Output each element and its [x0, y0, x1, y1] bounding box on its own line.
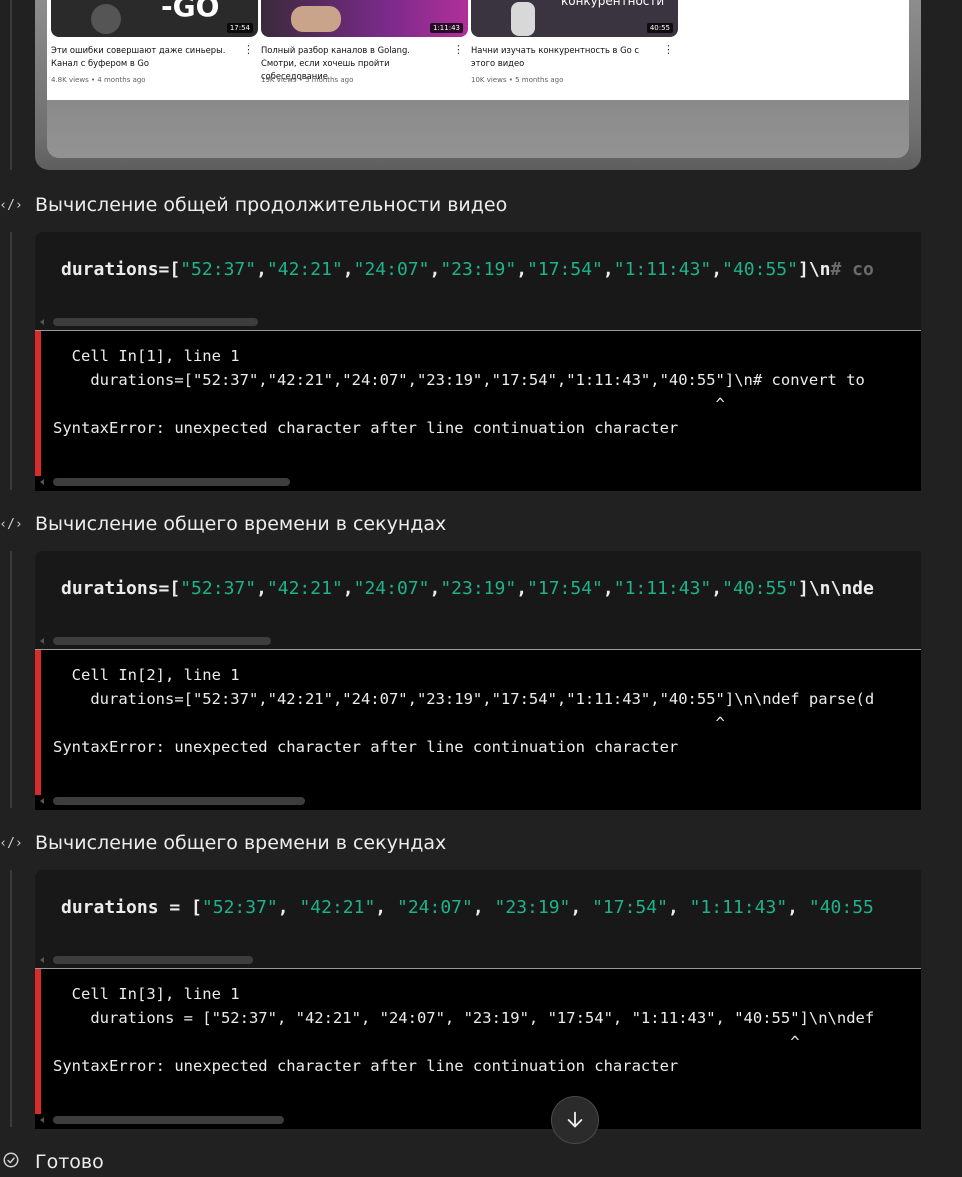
error-output: Cell In[1], line 1 durations=["52:37","4… [35, 331, 921, 491]
thumbnail-figure [91, 4, 121, 34]
video-meta: 19K views • 5 months ago [261, 76, 354, 84]
video-thumbnail[interactable]: -GO 17:54 [51, 0, 258, 37]
timeline-rail [10, 0, 12, 170]
thumbnail-text: конкурентности [561, 0, 665, 8]
video-card[interactable]: -GO 17:54 Эти ошибки совершают даже синь… [47, 0, 258, 100]
horizontal-scrollbar[interactable] [53, 637, 271, 645]
step-label: Вычисление общего времени в секундах [35, 513, 447, 535]
arrow-down-icon [567, 1111, 583, 1128]
video-title[interactable]: Эти ошибки совершают даже синьеры. Канал… [51, 44, 231, 70]
code-block[interactable]: durations=["52:37","42:21","24:07","23:1… [35, 232, 921, 332]
code-line: durations = ["52:37", "42:21", "24:07", … [61, 897, 874, 918]
screenshot-fade [47, 100, 909, 158]
timeline-rail [10, 232, 12, 490]
more-options-icon[interactable]: ⋮ [453, 44, 464, 56]
more-options-icon[interactable]: ⋮ [663, 44, 674, 56]
video-title[interactable]: Начни изучать конкурентность в Go с этог… [471, 44, 651, 70]
screenshot-preview: -GO 17:54 Эти ошибки совершают даже синь… [35, 0, 921, 170]
error-output: Cell In[2], line 1 durations=["52:37","4… [35, 650, 921, 810]
scroll-left-icon[interactable] [40, 957, 44, 963]
check-circle-icon [0, 1151, 23, 1173]
code-block[interactable]: durations=["52:37","42:21","24:07","23:1… [35, 551, 921, 651]
video-card[interactable]: конкурентности 40:55 Начни изучать конку… [467, 0, 678, 100]
step-label: Вычисление общей продолжительности видео [35, 194, 508, 216]
video-card[interactable]: 1:11:43 Полный разбор каналов в Golang. … [257, 0, 468, 100]
horizontal-scrollbar[interactable] [53, 318, 258, 326]
timeline-rail [10, 551, 12, 808]
horizontal-scrollbar[interactable] [53, 956, 253, 964]
horizontal-scrollbar[interactable] [53, 478, 290, 486]
error-indicator-bar [35, 969, 41, 1114]
code-icon: ‹/› [0, 516, 23, 532]
timeline-rail [10, 870, 12, 1127]
scroll-left-icon[interactable] [40, 319, 44, 325]
video-thumbnail[interactable]: 1:11:43 [261, 0, 468, 37]
code-block[interactable]: durations = ["52:37", "42:21", "24:07", … [35, 870, 921, 970]
thumbnail-text: -GO [161, 0, 220, 23]
horizontal-scrollbar[interactable] [53, 797, 305, 805]
code-line: durations=["52:37","42:21","24:07","23:1… [61, 578, 874, 599]
duration-badge: 1:11:43 [430, 23, 463, 33]
code-line: durations=["52:37","42:21","24:07","23:1… [61, 259, 874, 280]
step-label: Вычисление общего времени в секундах [35, 832, 447, 854]
done-status: Готово [0, 1150, 104, 1174]
step-header[interactable]: ‹/› Вычисление общего времени в секундах [0, 831, 446, 855]
scroll-left-icon[interactable] [40, 1117, 44, 1123]
scroll-left-icon[interactable] [40, 479, 44, 485]
step-header[interactable]: ‹/› Вычисление общего времени в секундах [0, 512, 446, 536]
thumbnail-figure [511, 2, 535, 36]
thumbnail-figure [291, 6, 341, 32]
scroll-left-icon[interactable] [40, 638, 44, 644]
step-header[interactable]: ‹/› Вычисление общей продолжительности в… [0, 193, 507, 217]
horizontal-scrollbar[interactable] [53, 1116, 284, 1124]
code-icon: ‹/› [0, 835, 23, 851]
duration-badge: 40:55 [646, 23, 673, 33]
video-meta: 10K views • 5 months ago [471, 76, 564, 84]
duration-badge: 17:54 [226, 23, 253, 33]
done-label: Готово [35, 1151, 104, 1173]
code-icon: ‹/› [0, 197, 23, 213]
error-indicator-bar [35, 650, 41, 795]
scroll-left-icon[interactable] [40, 798, 44, 804]
more-options-icon[interactable]: ⋮ [243, 44, 254, 56]
video-thumbnail[interactable]: конкурентности 40:55 [471, 0, 678, 37]
scroll-to-bottom-button[interactable] [551, 1096, 599, 1144]
video-meta: 4.8K views • 4 months ago [51, 76, 146, 84]
error-indicator-bar [35, 331, 41, 476]
error-output: Cell In[3], line 1 durations = ["52:37",… [35, 969, 921, 1129]
